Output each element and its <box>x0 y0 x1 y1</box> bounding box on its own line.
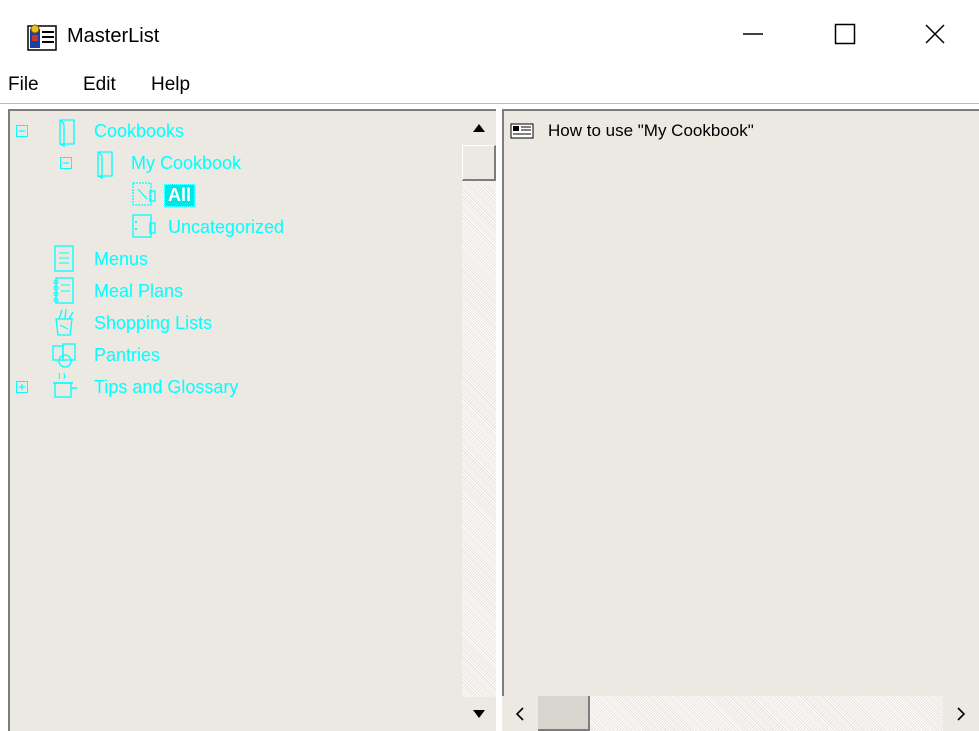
minimize-icon <box>743 33 763 35</box>
tree-item-label: Meal Plans <box>94 280 184 301</box>
menu-help[interactable]: Help <box>151 74 190 96</box>
chevron-right-icon <box>957 706 966 721</box>
tree-item-cookbooks[interactable]: Cookbooks <box>94 115 184 147</box>
expand-tips-icon[interactable] <box>16 381 28 393</box>
recipe-list-pane[interactable]: How to use "My Cookbook" <box>502 109 979 731</box>
close-button[interactable] <box>891 0 979 68</box>
menu-edit[interactable]: Edit <box>83 74 116 96</box>
maximize-button[interactable] <box>799 0 891 68</box>
tree-pane[interactable]: Cookbooks My Cookbook All Uncategorized … <box>8 109 462 731</box>
tree-item-label: All <box>163 183 196 207</box>
collapse-cookbooks-icon[interactable] <box>16 125 28 137</box>
scroll-left-button[interactable] <box>502 696 538 731</box>
tree-item-tips-and-glossary[interactable]: Tips and Glossary <box>94 371 238 403</box>
spiral-notebook-icon <box>53 277 74 304</box>
menu-file[interactable]: File <box>8 74 39 96</box>
list-item-label: How to use "My Cookbook" <box>548 121 754 140</box>
tree-item-pantries[interactable]: Pantries <box>94 339 160 371</box>
tree-item-label: Tips and Glossary <box>94 376 239 397</box>
minimize-button[interactable] <box>707 0 799 68</box>
list-horizontal-scrollbar[interactable] <box>502 696 979 731</box>
cooking-pot-icon <box>53 372 77 398</box>
title-bar: MasterList <box>0 0 979 68</box>
scroll-up-button[interactable] <box>462 111 496 145</box>
tree-item-my-cookbook[interactable]: My Cookbook <box>131 147 241 179</box>
tree-item-meal-plans[interactable]: Meal Plans <box>94 275 183 307</box>
tree-item-label: Cookbooks <box>94 120 185 141</box>
scroll-thumb[interactable] <box>538 696 590 731</box>
tree-item-all[interactable]: All <box>163 179 196 211</box>
book-icon <box>59 119 75 147</box>
tree-item-uncategorized[interactable]: Uncategorized <box>168 211 284 243</box>
triangle-down-icon <box>473 710 485 718</box>
maximize-icon <box>834 23 856 45</box>
tree-item-label: Uncategorized <box>168 216 285 237</box>
tree-item-label: My Cookbook <box>131 152 242 173</box>
document-icon <box>510 123 534 139</box>
scroll-right-button[interactable] <box>943 696 979 731</box>
close-icon <box>925 24 945 44</box>
recipe-card-icon <box>132 182 156 206</box>
pantry-jars-icon <box>52 343 76 368</box>
menu-list-icon <box>54 245 74 272</box>
tree-item-menus[interactable]: Menus <box>94 243 148 275</box>
recipe-card-icon <box>132 214 156 238</box>
tree-item-label: Shopping Lists <box>94 312 213 333</box>
list-item[interactable]: How to use "My Cookbook" <box>510 119 754 143</box>
collapse-my-cookbook-icon[interactable] <box>60 157 72 169</box>
tree-item-label: Menus <box>94 248 149 269</box>
tree-item-label: Pantries <box>94 344 161 365</box>
scroll-thumb[interactable] <box>462 145 496 181</box>
tree-item-shopping-lists[interactable]: Shopping Lists <box>94 307 212 339</box>
chevron-left-icon <box>515 706 524 721</box>
book-icon <box>97 151 113 179</box>
grocery-bag-icon <box>55 308 74 336</box>
window-title: MasterList <box>67 25 160 47</box>
tree-vertical-scrollbar[interactable] <box>462 109 496 731</box>
triangle-up-icon <box>473 124 485 132</box>
scroll-down-button[interactable] <box>462 697 496 731</box>
masterlist-app-icon <box>27 24 57 51</box>
menu-bar: File Edit Help <box>0 68 979 103</box>
